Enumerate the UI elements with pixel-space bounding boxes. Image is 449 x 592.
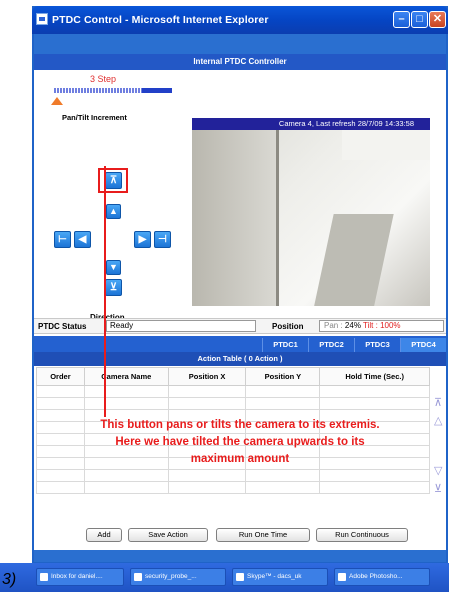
status-label: PTDC Status bbox=[38, 322, 87, 331]
col-order: Order bbox=[36, 367, 85, 386]
browser-window: PTDC Control - Microsoft Internet Explor… bbox=[32, 6, 448, 592]
photoshop-icon bbox=[338, 573, 346, 581]
position-readout: Pan : 24% Tilt : 100% bbox=[319, 320, 444, 332]
add-button[interactable]: Add bbox=[86, 528, 122, 542]
task-skype[interactable]: Skype™ - dacs_uk bbox=[232, 568, 328, 586]
col-position-y: Position Y bbox=[245, 367, 321, 386]
close-icon[interactable]: ✕ bbox=[429, 11, 446, 28]
task-photoshop-label: Adobe Photosho... bbox=[349, 573, 403, 580]
run-one-time-button[interactable]: Run One Time bbox=[216, 528, 310, 542]
table-row[interactable] bbox=[36, 481, 430, 494]
table-row[interactable] bbox=[36, 397, 430, 410]
pan-label: Pan : bbox=[324, 321, 343, 330]
pan-left-max-button[interactable]: ⊢ bbox=[54, 231, 71, 248]
page-content: Internal PTDC Controller 3 Step Pan/Tilt… bbox=[34, 34, 446, 562]
task-skype-label: Skype™ - dacs_uk bbox=[247, 573, 302, 580]
pan-left-button[interactable]: ◀ bbox=[74, 231, 91, 248]
action-table-title: Action Table ( 0 Action ) bbox=[34, 352, 446, 366]
col-position-x: Position X bbox=[167, 367, 247, 386]
annotation-pointer-line bbox=[104, 166, 106, 417]
col-hold-time: Hold Time (Sec.) bbox=[319, 367, 430, 386]
tab-ptdc3[interactable]: PTDC3 bbox=[354, 338, 400, 352]
task-inbox-label: Inbox for daniel.... bbox=[51, 573, 103, 580]
camera-ceiling bbox=[342, 130, 430, 160]
document-icon bbox=[134, 573, 142, 581]
col-camera-name: Camera Name bbox=[83, 367, 169, 386]
pan-right-button[interactable]: ▶ bbox=[134, 231, 151, 248]
task-photoshop[interactable]: Adobe Photosho... bbox=[334, 568, 430, 586]
figure-label: 3) bbox=[2, 571, 17, 588]
annotation-line-2: Here we have tilted the camera upwards t… bbox=[115, 436, 365, 448]
save-action-button[interactable]: Save Action bbox=[128, 528, 208, 542]
table-header-row: Order Camera Name Position X Position Y … bbox=[36, 367, 430, 386]
tilt-up-button[interactable]: ▲ bbox=[106, 204, 121, 219]
table-row[interactable] bbox=[36, 385, 430, 398]
table-row[interactable] bbox=[36, 469, 430, 482]
pan-value: 24% bbox=[344, 321, 361, 330]
tab-ptdc1[interactable]: PTDC1 bbox=[262, 338, 308, 352]
task-inbox[interactable]: Inbox for daniel.... bbox=[36, 568, 124, 586]
slider-fill bbox=[142, 88, 172, 93]
annotation-line-1: This button pans or tilts the camera to … bbox=[100, 419, 380, 431]
scroll-bottom-icon[interactable]: ⊻ bbox=[434, 482, 442, 495]
tab-ptdc4[interactable]: PTDC4 bbox=[400, 338, 446, 352]
annotation-text: This button pans or tilts the camera to … bbox=[34, 417, 446, 468]
camera-wall bbox=[192, 130, 276, 306]
annotation-line-3: maximum amount bbox=[190, 453, 290, 465]
status-value: Ready bbox=[106, 320, 256, 332]
tilt-value: 100% bbox=[380, 321, 401, 330]
screenshot-root: PTDC Control - Microsoft Internet Explor… bbox=[0, 0, 449, 592]
maximize-icon[interactable]: □ bbox=[411, 11, 428, 28]
controller-header: Internal PTDC Controller bbox=[34, 54, 446, 70]
increment-slider[interactable] bbox=[54, 88, 172, 93]
title-bar: PTDC Control - Microsoft Internet Explor… bbox=[32, 6, 448, 34]
bottom-band bbox=[34, 550, 446, 562]
pan-right-max-button[interactable]: ⊣ bbox=[154, 231, 171, 248]
scroll-top-icon[interactable]: ⊼ bbox=[434, 396, 442, 409]
run-continuous-button[interactable]: Run Continuous bbox=[316, 528, 408, 542]
tilt-label: Tilt : bbox=[363, 321, 378, 330]
pan-tilt-label: Pan/Tilt Increment bbox=[62, 113, 127, 122]
minimize-icon[interactable]: – bbox=[393, 11, 410, 28]
tilt-down-button[interactable]: ▼ bbox=[106, 260, 121, 275]
camera-corner-edge bbox=[276, 130, 279, 306]
mail-icon bbox=[40, 573, 48, 581]
ie-icon bbox=[36, 13, 48, 25]
slider-thumb[interactable] bbox=[51, 97, 63, 105]
task-security-label: security_probe_... bbox=[145, 573, 197, 580]
window-title: PTDC Control - Microsoft Internet Explor… bbox=[52, 14, 269, 26]
position-label: Position bbox=[272, 322, 304, 331]
tilt-down-max-button[interactable]: ⊻ bbox=[105, 279, 122, 296]
camera-view: Camera 4, Last refresh 28/7/09 14:33:58 bbox=[192, 118, 430, 306]
tab-ptdc2[interactable]: PTDC2 bbox=[308, 338, 354, 352]
taskbar: Inbox for daniel.... security_probe_... … bbox=[0, 563, 449, 592]
camera-doorway bbox=[310, 214, 394, 306]
status-row: PTDC Status Ready Position Pan : 24% Til… bbox=[34, 318, 446, 334]
step-label: 3 Step bbox=[90, 74, 117, 84]
top-band bbox=[34, 34, 446, 54]
highlight-box bbox=[98, 168, 128, 193]
task-security-probe[interactable]: security_probe_... bbox=[130, 568, 226, 586]
skype-icon bbox=[236, 573, 244, 581]
ptdc-tabs: PTDC1 PTDC2 PTDC3 PTDC4 bbox=[34, 336, 446, 352]
camera-caption: Camera 4, Last refresh 28/7/09 14:33:58 bbox=[192, 118, 430, 130]
